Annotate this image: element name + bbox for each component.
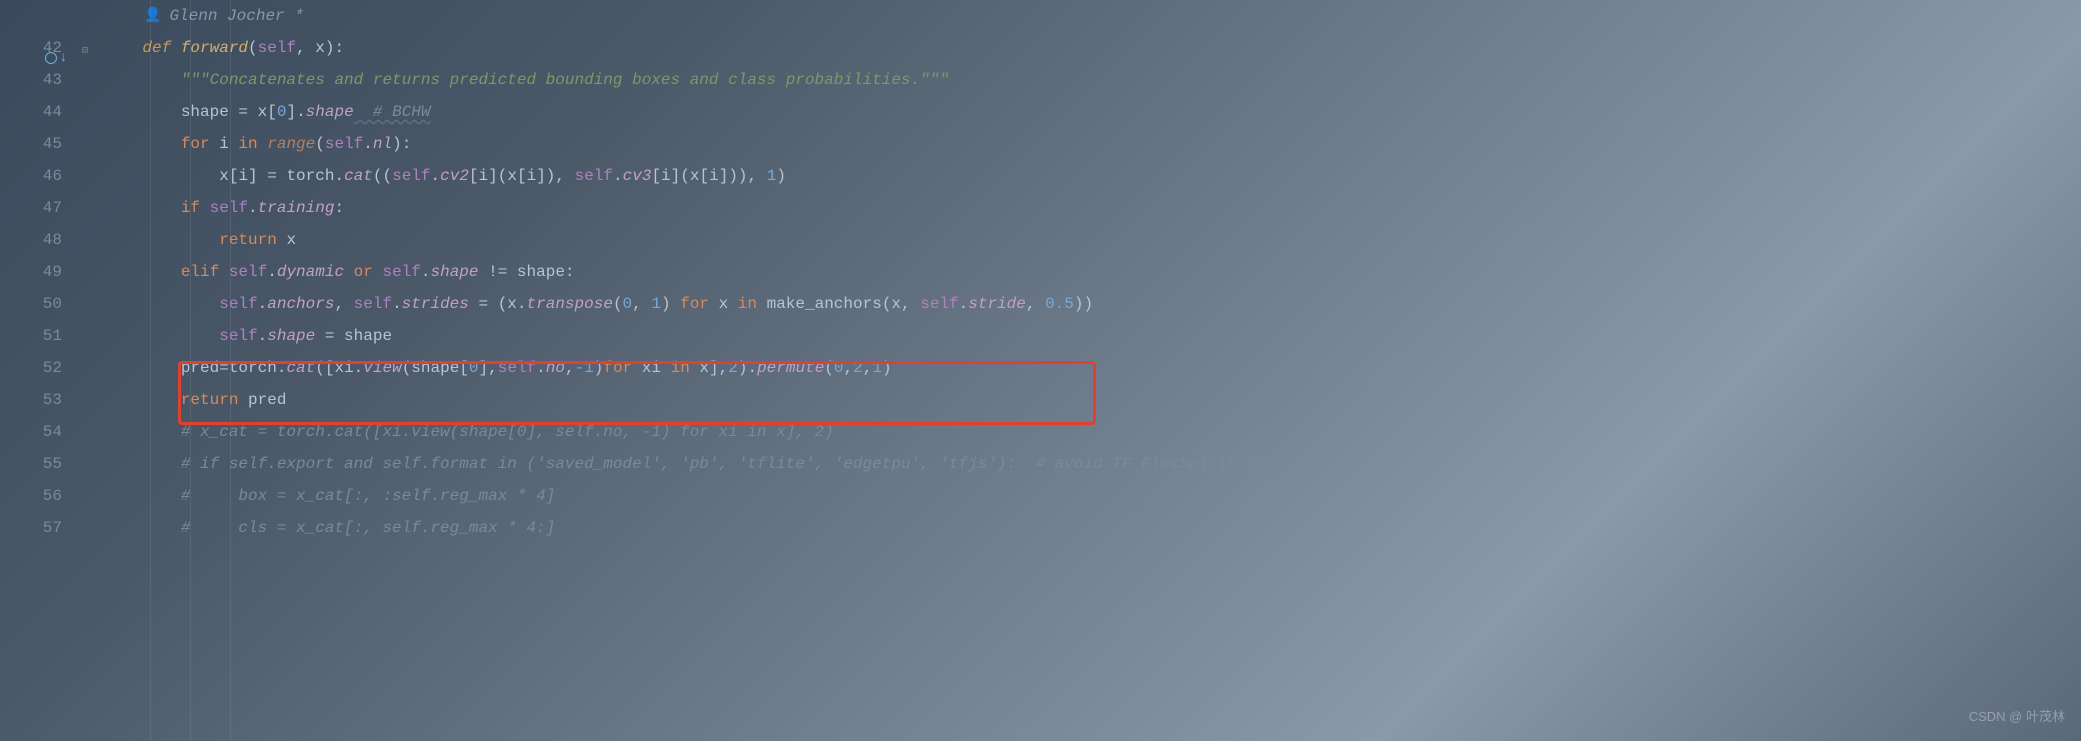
line-number: 45 [0, 128, 62, 160]
code-line[interactable]: self.shape = shape [104, 320, 2081, 352]
line-number: 56 [0, 480, 62, 512]
line-number: 53 [0, 384, 62, 416]
line-number: 48 [0, 224, 62, 256]
code-line[interactable]: return pred [104, 384, 2081, 416]
code-line[interactable]: elif self.dynamic or self.shape != shape… [104, 256, 2081, 288]
code-line[interactable]: # if self.export and self.format in ('sa… [104, 448, 2081, 480]
code-line[interactable]: return x [104, 224, 2081, 256]
code-line[interactable]: for i in range(self.nl): [104, 128, 2081, 160]
editor-container: 42 43 44 45 46 47 48 49 50 51 52 53 54 5… [0, 0, 2081, 741]
line-number: 50 [0, 288, 62, 320]
line-number: 52 [0, 352, 62, 384]
line-number: 49 [0, 256, 62, 288]
code-line[interactable]: x[i] = torch.cat((self.cv2[i](x[i]), sel… [104, 160, 2081, 192]
line-number: 55 [0, 448, 62, 480]
line-number: 51 [0, 320, 62, 352]
line-number: 47 [0, 192, 62, 224]
code-line[interactable]: def forward(self, x): [104, 32, 2081, 64]
person-icon: 👤 [144, 0, 161, 32]
code-area[interactable]: 👤 Glenn Jocher * def forward(self, x): "… [100, 0, 2081, 741]
fold-column: ⊟ [80, 0, 100, 741]
line-number: 54 [0, 416, 62, 448]
gutter-circle-icon [45, 52, 57, 64]
code-line[interactable]: # box = x_cat[:, :self.reg_max * 4] [104, 480, 2081, 512]
line-number-gutter: 42 43 44 45 46 47 48 49 50 51 52 53 54 5… [0, 0, 80, 741]
line-number: 46 [0, 160, 62, 192]
line-number: 44 [0, 96, 62, 128]
code-line[interactable]: """Concatenates and returns predicted bo… [104, 64, 2081, 96]
code-line[interactable]: pred=torch.cat([xi.view(shape[0],self.no… [104, 352, 2081, 384]
code-line[interactable]: # cls = x_cat[:, self.reg_max * 4:] [104, 512, 2081, 544]
fold-toggle-icon[interactable]: ⊟ [82, 36, 88, 68]
code-line[interactable]: # x_cat = torch.cat([xi.view(shape[0], s… [104, 416, 2081, 448]
line-number: 57 [0, 512, 62, 544]
author-annotation: 👤 Glenn Jocher * [104, 0, 2081, 32]
code-line[interactable]: shape = x[0].shape # BCHW [104, 96, 2081, 128]
watermark: CSDN @ 叶茂林 [1969, 701, 2065, 733]
gutter-decorations: ↓ [45, 42, 67, 74]
gutter-arrow-down-icon: ↓ [59, 42, 67, 74]
code-line[interactable]: if self.training: [104, 192, 2081, 224]
code-line[interactable]: self.anchors, self.strides = (x.transpos… [104, 288, 2081, 320]
